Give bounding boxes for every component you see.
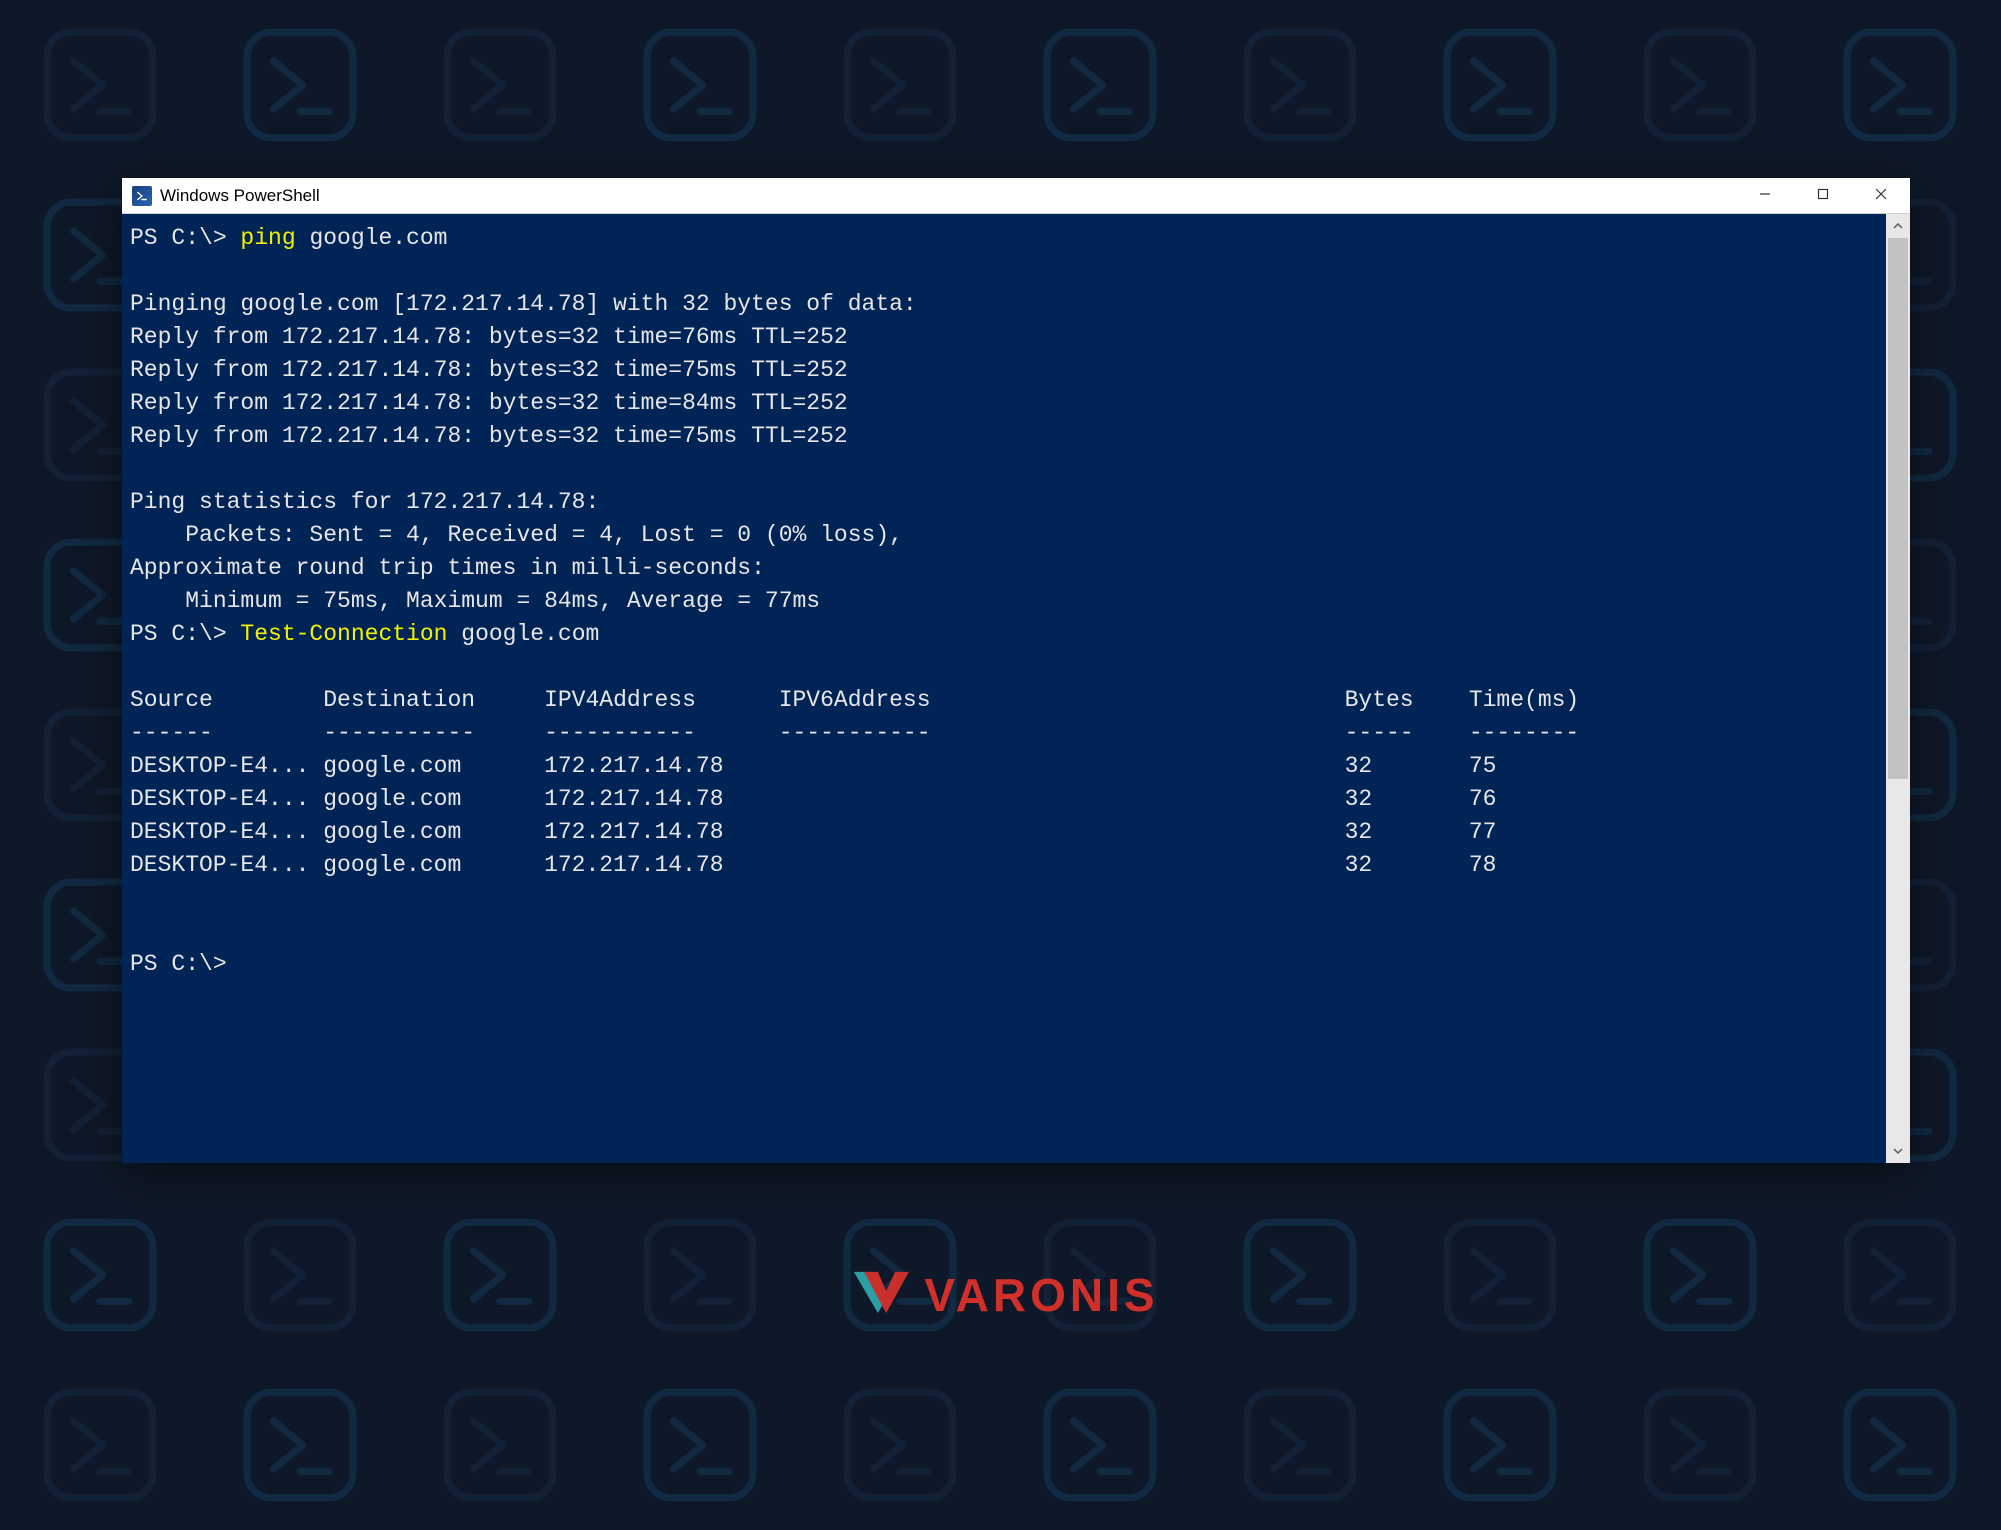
window-controls [1736, 178, 1910, 213]
terminal-wrap: PS C:\> ping google.com Pinging google.c… [122, 214, 1910, 1163]
minimize-icon [1759, 187, 1771, 205]
scroll-track[interactable] [1886, 238, 1910, 1139]
powershell-window: Windows PowerShell PS C:\> ping google.c… [122, 178, 1910, 1163]
scroll-up-arrow-icon[interactable] [1886, 214, 1910, 238]
brand-name: VARONIS [924, 1268, 1158, 1322]
table-separator: ------ ----------- ----------- ---------… [130, 720, 1579, 746]
ping-reply-4: Reply from 172.217.14.78: bytes=32 time=… [130, 423, 848, 449]
prompt-3: PS C:\> [130, 951, 227, 977]
prompt-2-arg: google.com [447, 621, 599, 647]
prompt-1-prefix: PS C:\> [130, 225, 240, 251]
ping-stats-header: Ping statistics for 172.217.14.78: [130, 489, 599, 515]
prompt-2-prefix: PS C:\> [130, 621, 240, 647]
close-button[interactable] [1852, 178, 1910, 213]
table-row: DESKTOP-E4... google.com 172.217.14.78 3… [130, 753, 1496, 779]
prompt-1-arg: google.com [296, 225, 448, 251]
ping-stats-packets: Packets: Sent = 4, Received = 4, Lost = … [130, 522, 903, 548]
prompt-1-command: ping [240, 225, 295, 251]
ping-reply-1: Reply from 172.217.14.78: bytes=32 time=… [130, 324, 848, 350]
table-header: Source Destination IPV4Address IPV6Addre… [130, 687, 1579, 713]
window-title: Windows PowerShell [160, 186, 320, 206]
scroll-thumb[interactable] [1888, 238, 1908, 779]
maximize-icon [1817, 187, 1829, 205]
titlebar[interactable]: Windows PowerShell [122, 178, 1910, 214]
ping-reply-3: Reply from 172.217.14.78: bytes=32 time=… [130, 390, 848, 416]
close-icon [1875, 187, 1887, 205]
ping-reply-2: Reply from 172.217.14.78: bytes=32 time=… [130, 357, 848, 383]
table-row: DESKTOP-E4... google.com 172.217.14.78 3… [130, 786, 1496, 812]
brand-logo-block: VARONIS [842, 1265, 1158, 1325]
terminal-output[interactable]: PS C:\> ping google.com Pinging google.c… [122, 214, 1886, 1163]
ping-header: Pinging google.com [172.217.14.78] with … [130, 291, 917, 317]
powershell-icon [132, 186, 152, 206]
table-row: DESKTOP-E4... google.com 172.217.14.78 3… [130, 852, 1496, 878]
prompt-2-command: Test-Connection [240, 621, 447, 647]
scroll-down-arrow-icon[interactable] [1886, 1139, 1910, 1163]
varonis-logo-icon [842, 1265, 912, 1325]
maximize-button[interactable] [1794, 178, 1852, 213]
table-row: DESKTOP-E4... google.com 172.217.14.78 3… [130, 819, 1496, 845]
scrollbar[interactable] [1886, 214, 1910, 1163]
titlebar-left: Windows PowerShell [132, 186, 320, 206]
minimize-button[interactable] [1736, 178, 1794, 213]
ping-stats-rtt: Minimum = 75ms, Maximum = 84ms, Average … [130, 588, 820, 614]
ping-stats-rtt-header: Approximate round trip times in milli-se… [130, 555, 765, 581]
